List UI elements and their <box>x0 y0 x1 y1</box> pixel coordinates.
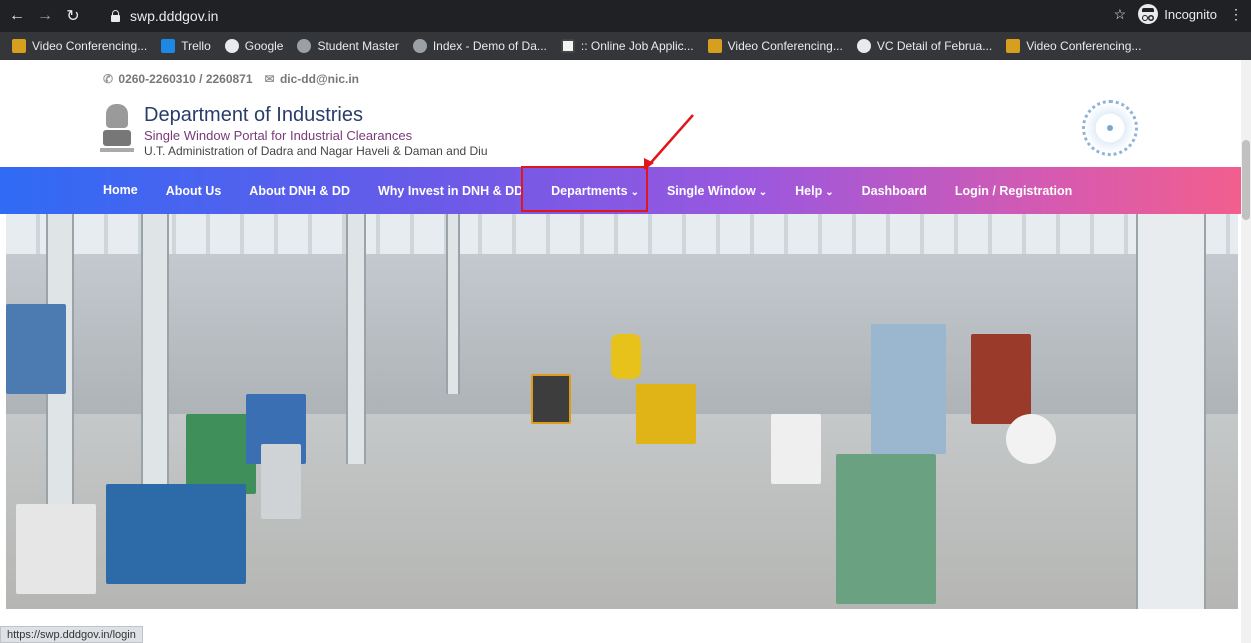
nav-label: Help <box>795 183 823 198</box>
vc-icon <box>707 39 722 53</box>
email-contact[interactable]: ✉ dic-dd@nic.in <box>265 72 359 86</box>
nav-item-help[interactable]: Help ⌄ <box>795 184 833 198</box>
site-subtitle: Single Window Portal for Industrial Clea… <box>144 128 413 143</box>
menu-kebab-icon[interactable]: ⋮ <box>1229 6 1243 23</box>
nav-item-single-window[interactable]: Single Window ⌄ <box>667 184 767 198</box>
google-icon <box>856 39 871 53</box>
ut-seal-logo <box>1082 100 1138 156</box>
globe-icon <box>297 39 312 53</box>
address-bar[interactable]: swp.dddgov.in <box>110 5 1110 27</box>
url-text: swp.dddgov.in <box>130 8 219 24</box>
bookmark-label: Trello <box>181 39 211 53</box>
nav-item-login-registration[interactable]: Login / Registration <box>955 184 1072 198</box>
bookmark-label: VC Detail of Februa... <box>876 39 993 53</box>
bookmark-item[interactable]: Index - Demo of Da... <box>412 39 547 53</box>
google-icon <box>224 39 239 53</box>
bookmark-label: :: Online Job Applic... <box>580 39 694 53</box>
reload-icon[interactable]: ↻ <box>62 6 84 26</box>
job-icon <box>560 39 575 53</box>
bookmark-label: Video Conferencing... <box>1026 39 1142 53</box>
bookmark-item[interactable]: Video Conferencing... <box>707 39 843 53</box>
incognito-indicator[interactable]: Incognito <box>1138 4 1217 24</box>
page-scrollbar[interactable] <box>1241 60 1251 643</box>
bookmark-label: Google <box>244 39 284 53</box>
web-page: ✆ 0260-2260310 / 2260871 ✉ dic-dd@nic.in… <box>0 60 1241 643</box>
site-title[interactable]: Department of Industries <box>144 104 363 127</box>
nav-item-about-us[interactable]: About Us <box>166 184 222 198</box>
forward-icon[interactable]: → <box>34 7 56 25</box>
browser-toolbar: ← → ↻ swp.dddgov.in ☆ Incognito ⋮ <box>0 0 1251 32</box>
lock-icon <box>110 10 120 22</box>
nav-item-about-dnh-dd[interactable]: About DNH & DD <box>249 184 350 198</box>
nav-label: About DNH & DD <box>249 183 350 198</box>
nav-label: Why Invest in DNH & DD <box>377 183 524 198</box>
chevron-down-icon: ⌄ <box>758 186 768 198</box>
site-ut-label: U.T. Administration of Dadra and Nagar H… <box>144 144 488 158</box>
bookmarks-bar: Video Conferencing... Trello Google Student… <box>0 32 1251 60</box>
nav-item-dashboard[interactable]: Dashboard <box>862 184 927 198</box>
scrollbar-thumb[interactable] <box>1242 140 1250 220</box>
bookmark-label: Video Conferencing... <box>727 39 843 53</box>
nav-label: Login / Registration <box>954 183 1073 198</box>
nav-label: About Us <box>165 183 222 198</box>
bookmark-label: Index - Demo of Da... <box>432 39 547 53</box>
bookmark-item[interactable]: Video Conferencing... <box>12 39 147 53</box>
contact-bar: ✆ 0260-2260310 / 2260871 ✉ dic-dd@nic.in <box>103 72 359 86</box>
bookmark-item[interactable]: VC Detail of Februa... <box>856 39 993 53</box>
bookmark-item[interactable]: Trello <box>161 39 211 53</box>
vc-icon <box>12 39 26 53</box>
nav-label: Home <box>103 182 138 197</box>
nav-item-why-invest-in-dnh-dd[interactable]: Why Invest in DNH & DD <box>378 184 523 198</box>
nav-label: Single Window <box>666 183 756 198</box>
incognito-label: Incognito <box>1164 6 1217 22</box>
bookmark-item[interactable]: Student Master <box>297 39 399 53</box>
nav-item-home[interactable]: Home <box>103 183 138 199</box>
bookmark-item[interactable]: :: Online Job Applic... <box>560 39 694 53</box>
incognito-icon <box>1138 4 1159 24</box>
bookmark-item[interactable]: Video Conferencing... <box>1006 39 1141 53</box>
bookmark-item[interactable]: Google <box>224 39 284 53</box>
status-bar-link-preview: https://swp.dddgov.in/login <box>0 626 143 643</box>
mail-icon: ✉ <box>264 72 275 86</box>
chevron-down-icon: ⌄ <box>825 186 834 198</box>
nav-label: Dashboard <box>861 183 927 198</box>
star-icon[interactable]: ☆ <box>1114 6 1127 23</box>
bookmark-label: Student Master <box>317 39 399 53</box>
trello-icon <box>161 39 176 53</box>
back-icon[interactable]: ← <box>6 7 28 25</box>
phone-icon: ✆ <box>103 72 114 86</box>
hero-banner-image <box>6 214 1238 609</box>
annotation-highlight-box <box>521 166 648 212</box>
globe-icon <box>412 39 427 53</box>
bookmark-label: Video Conferencing... <box>32 39 148 53</box>
vc-icon <box>1006 39 1021 53</box>
national-emblem-logo[interactable] <box>100 104 134 158</box>
phone-contact[interactable]: ✆ 0260-2260310 / 2260871 <box>103 72 253 86</box>
